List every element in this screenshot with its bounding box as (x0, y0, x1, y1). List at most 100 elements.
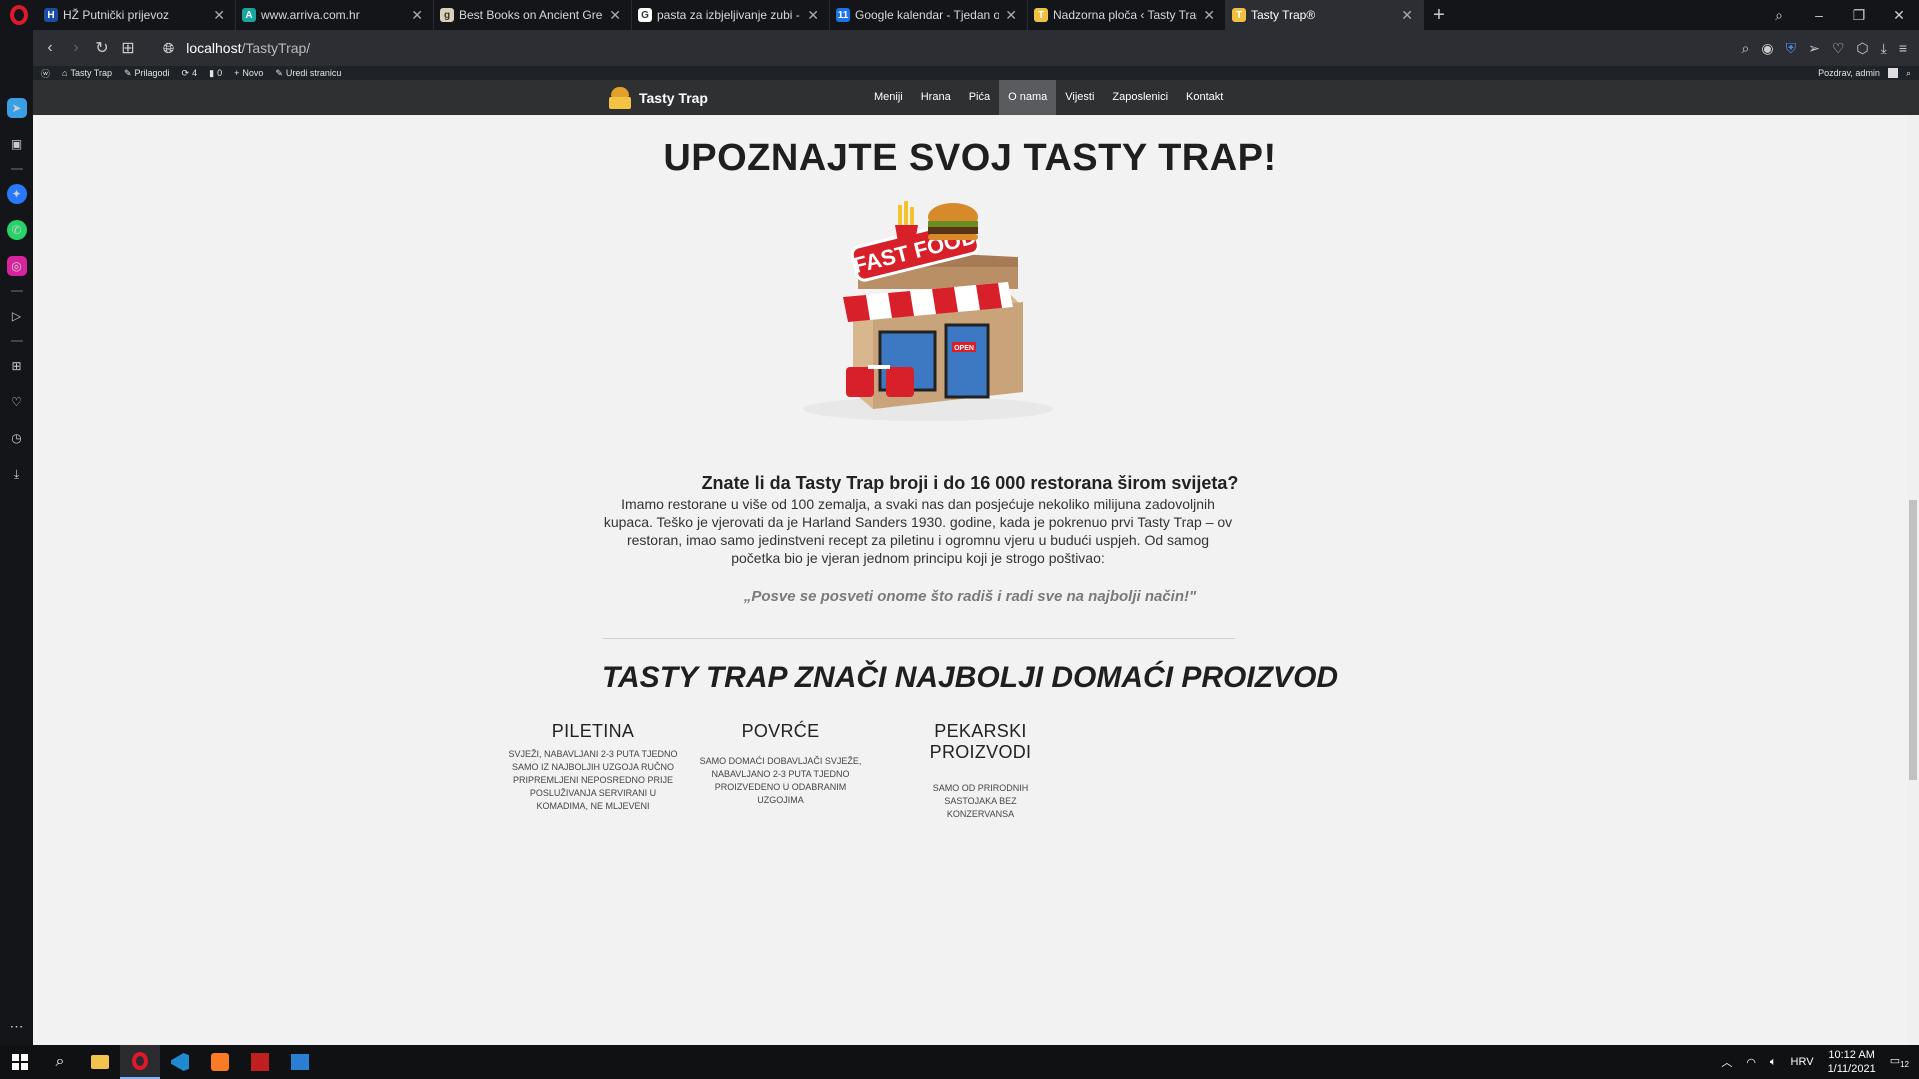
whatsapp-icon[interactable]: ✆ (6, 220, 27, 240)
adminbar-new-link[interactable]: + Novo (234, 68, 263, 78)
reload-button[interactable]: ↻ (89, 38, 115, 58)
feature-text: SAMO DOMAĆI DOBAVLJAČI SVJEŽE, NABAVLJAN… (699, 756, 862, 805)
tab-favicon-icon: 11 (836, 8, 850, 22)
downloads-icon[interactable]: ⤓ (7, 464, 27, 484)
network-icon[interactable]: ◠ (1746, 1056, 1756, 1069)
menu-item-o-nama[interactable]: O nama (999, 80, 1057, 115)
globe-icon: 🌐︎ (163, 39, 175, 56)
vscode-icon[interactable] (160, 1045, 200, 1079)
adminbar-site-link[interactable]: ⌂ Tasty Trap (62, 68, 112, 78)
sidebar-separator (10, 340, 23, 342)
adminbar-search-icon[interactable]: ⌕ (1906, 68, 1911, 79)
clock[interactable]: 10:12 AM 1/11/2021 (1828, 1048, 1876, 1076)
menu-item-zaposlenici[interactable]: Zaposlenici (1103, 80, 1177, 115)
windows-taskbar: ⌕ ︿ ◠ 🔈︎ HRV 10:12 AM 1/11/2021 ▭12 (0, 1045, 1919, 1079)
burger-logo-icon (607, 85, 633, 111)
adminbar-updates-link[interactable]: ⟳ 4 (182, 68, 198, 79)
close-tab-icon[interactable]: ✕ (213, 7, 225, 24)
close-tab-icon[interactable]: ✕ (1401, 7, 1413, 24)
tab-title: www.arriva.com.hr (261, 8, 360, 22)
close-tab-icon[interactable]: ✕ (609, 7, 621, 24)
chevron-up-icon[interactable]: ︿ (1721, 1054, 1732, 1070)
search-icon[interactable]: ⌕ (40, 1045, 80, 1079)
volume-icon[interactable]: 🔈︎ (1770, 1056, 1777, 1069)
history-clock-icon[interactable]: ◷ (7, 428, 27, 448)
browser-tab[interactable]: 11 Google kalendar - Tjedan o ✕ (830, 0, 1028, 30)
browser-tab[interactable]: Gpasta za izbjeljivanje zubi - ✕ (632, 0, 830, 30)
browser-tab[interactable]: T Tasty Trap® ✕ (1226, 0, 1424, 30)
window-controls: ⌕ – ❐ ✕ (1759, 7, 1919, 24)
back-button[interactable]: ‹ (37, 39, 63, 57)
menu-item-vijesti[interactable]: Vijesti (1056, 80, 1103, 115)
player-icon[interactable]: ▷ (7, 306, 27, 326)
flow-icon[interactable]: ➤ (6, 98, 27, 118)
snapshot-camera-icon[interactable]: ◉ (1761, 40, 1773, 57)
search-tabs-icon[interactable]: ⌕ (1759, 7, 1799, 24)
restore-button[interactable]: ❐ (1839, 7, 1879, 24)
menu-item-meniji[interactable]: Meniji (865, 80, 912, 115)
browser-tab[interactable]: g Best Books on Ancient Gre ✕ (434, 0, 632, 30)
photos-icon[interactable] (280, 1045, 320, 1079)
search-icon[interactable]: ⌕ (1742, 40, 1750, 57)
close-tab-icon[interactable]: ✕ (807, 7, 819, 24)
tab-strip: H HŽ Putnički prijevoz ✕ Awww.arriva.com.hr… (38, 0, 1424, 30)
bookmarks-heart-icon[interactable]: ♡ (7, 392, 27, 412)
tab-favicon-icon: G (638, 8, 652, 22)
close-tab-icon[interactable]: ✕ (1203, 7, 1215, 24)
adminbar-comments-link[interactable]: ▮ 0 (209, 68, 222, 79)
browser-tab[interactable]: T Nadzorna ploča ‹ Tasty Trap ✕ (1028, 0, 1226, 30)
download-icon[interactable]: ⤓ (1881, 40, 1887, 57)
address-bar-tools: ⌕ ◉ ⛨ ➢ ♡ ⬡ ⤓ ≡ (1742, 40, 1919, 57)
vpn-shield-icon[interactable]: ⛨ (1786, 40, 1797, 57)
send-icon[interactable]: ➢ (1808, 40, 1820, 57)
more-options-icon[interactable]: ⋯ (10, 1018, 24, 1035)
new-tab-button[interactable]: + (1424, 4, 1454, 27)
wordpress-logo-icon[interactable]: ⓦ (41, 67, 50, 80)
menu-item-pica[interactable]: Pića (960, 80, 999, 115)
close-tab-icon[interactable]: ✕ (1005, 7, 1017, 24)
avatar[interactable] (1887, 68, 1898, 78)
site-brand[interactable]: Tasty Trap (607, 80, 708, 115)
forward-button[interactable]: › (63, 39, 89, 57)
feature-title: PEKARSKI PROIZVODI (929, 721, 1032, 762)
tab-favicon-icon: A (242, 8, 256, 22)
instagram-icon[interactable]: ◎ (6, 256, 27, 276)
tab-favicon-icon: T (1034, 8, 1048, 22)
easy-setup-icon[interactable]: ≡ (1899, 40, 1907, 57)
language-indicator[interactable]: HRV (1791, 1056, 1814, 1068)
browser-tab[interactable]: H HŽ Putnički prijevoz ✕ (38, 0, 236, 30)
xampp-icon[interactable] (200, 1045, 240, 1079)
opera-menu-button[interactable] (0, 0, 38, 30)
browser-tab[interactable]: Awww.arriva.com.hr ✕ (236, 0, 434, 30)
opera-sidebar: ➤ ▣ ✦ ✆ ◎ ▷ ⊞ ♡ ◷ ⤓ ⋯ (0, 30, 33, 1045)
messenger-icon[interactable]: ✦ (6, 184, 27, 204)
close-tab-icon[interactable]: ✕ (411, 7, 423, 24)
page-scrollbar[interactable] (1907, 115, 1919, 1045)
workspaces-icon[interactable]: ▣ (7, 134, 27, 154)
opera-taskbar-icon[interactable] (120, 1045, 160, 1079)
filezilla-icon[interactable] (240, 1045, 280, 1079)
tab-title: pasta za izbjeljivanje zubi - (657, 8, 800, 22)
menu-item-kontakt[interactable]: Kontakt (1177, 80, 1232, 115)
menu-item-hrana[interactable]: Hrana (912, 80, 960, 115)
file-explorer-icon[interactable] (80, 1045, 120, 1079)
tab-title: Best Books on Ancient Gre (459, 8, 603, 22)
tabs-overview-button[interactable]: ⊞ (115, 38, 141, 58)
tab-favicon-icon: H (44, 8, 58, 22)
adminbar-greeting[interactable]: Pozdrav, admin (1818, 68, 1880, 78)
heart-icon[interactable]: ♡ (1832, 40, 1845, 57)
adminbar-edit-page-link[interactable]: ✎ Uredi stranicu (275, 68, 341, 79)
url-host: localhost (186, 40, 242, 56)
scrollbar-thumb[interactable] (1909, 500, 1917, 780)
feature-pekarski-proizvodi: PEKARSKI PROIZVODI SAMO OD PRIRODNIH SAS… (888, 721, 1073, 821)
tab-favicon-icon: T (1232, 8, 1246, 22)
speed-dial-icon[interactable]: ⊞ (7, 356, 27, 376)
extensions-cube-icon[interactable]: ⬡ (1856, 40, 1868, 57)
notifications-icon[interactable]: ▭12 (1890, 1054, 1909, 1069)
adminbar-customize-link[interactable]: ✎ Prilagodi (124, 68, 170, 79)
url-path: /TastyTrap/ (241, 40, 311, 56)
url-field[interactable]: 🌐︎ localhost/TastyTrap/ (163, 40, 310, 57)
windows-start-icon[interactable] (0, 1045, 40, 1079)
minimize-button[interactable]: – (1799, 7, 1839, 24)
close-window-button[interactable]: ✕ (1879, 7, 1919, 24)
